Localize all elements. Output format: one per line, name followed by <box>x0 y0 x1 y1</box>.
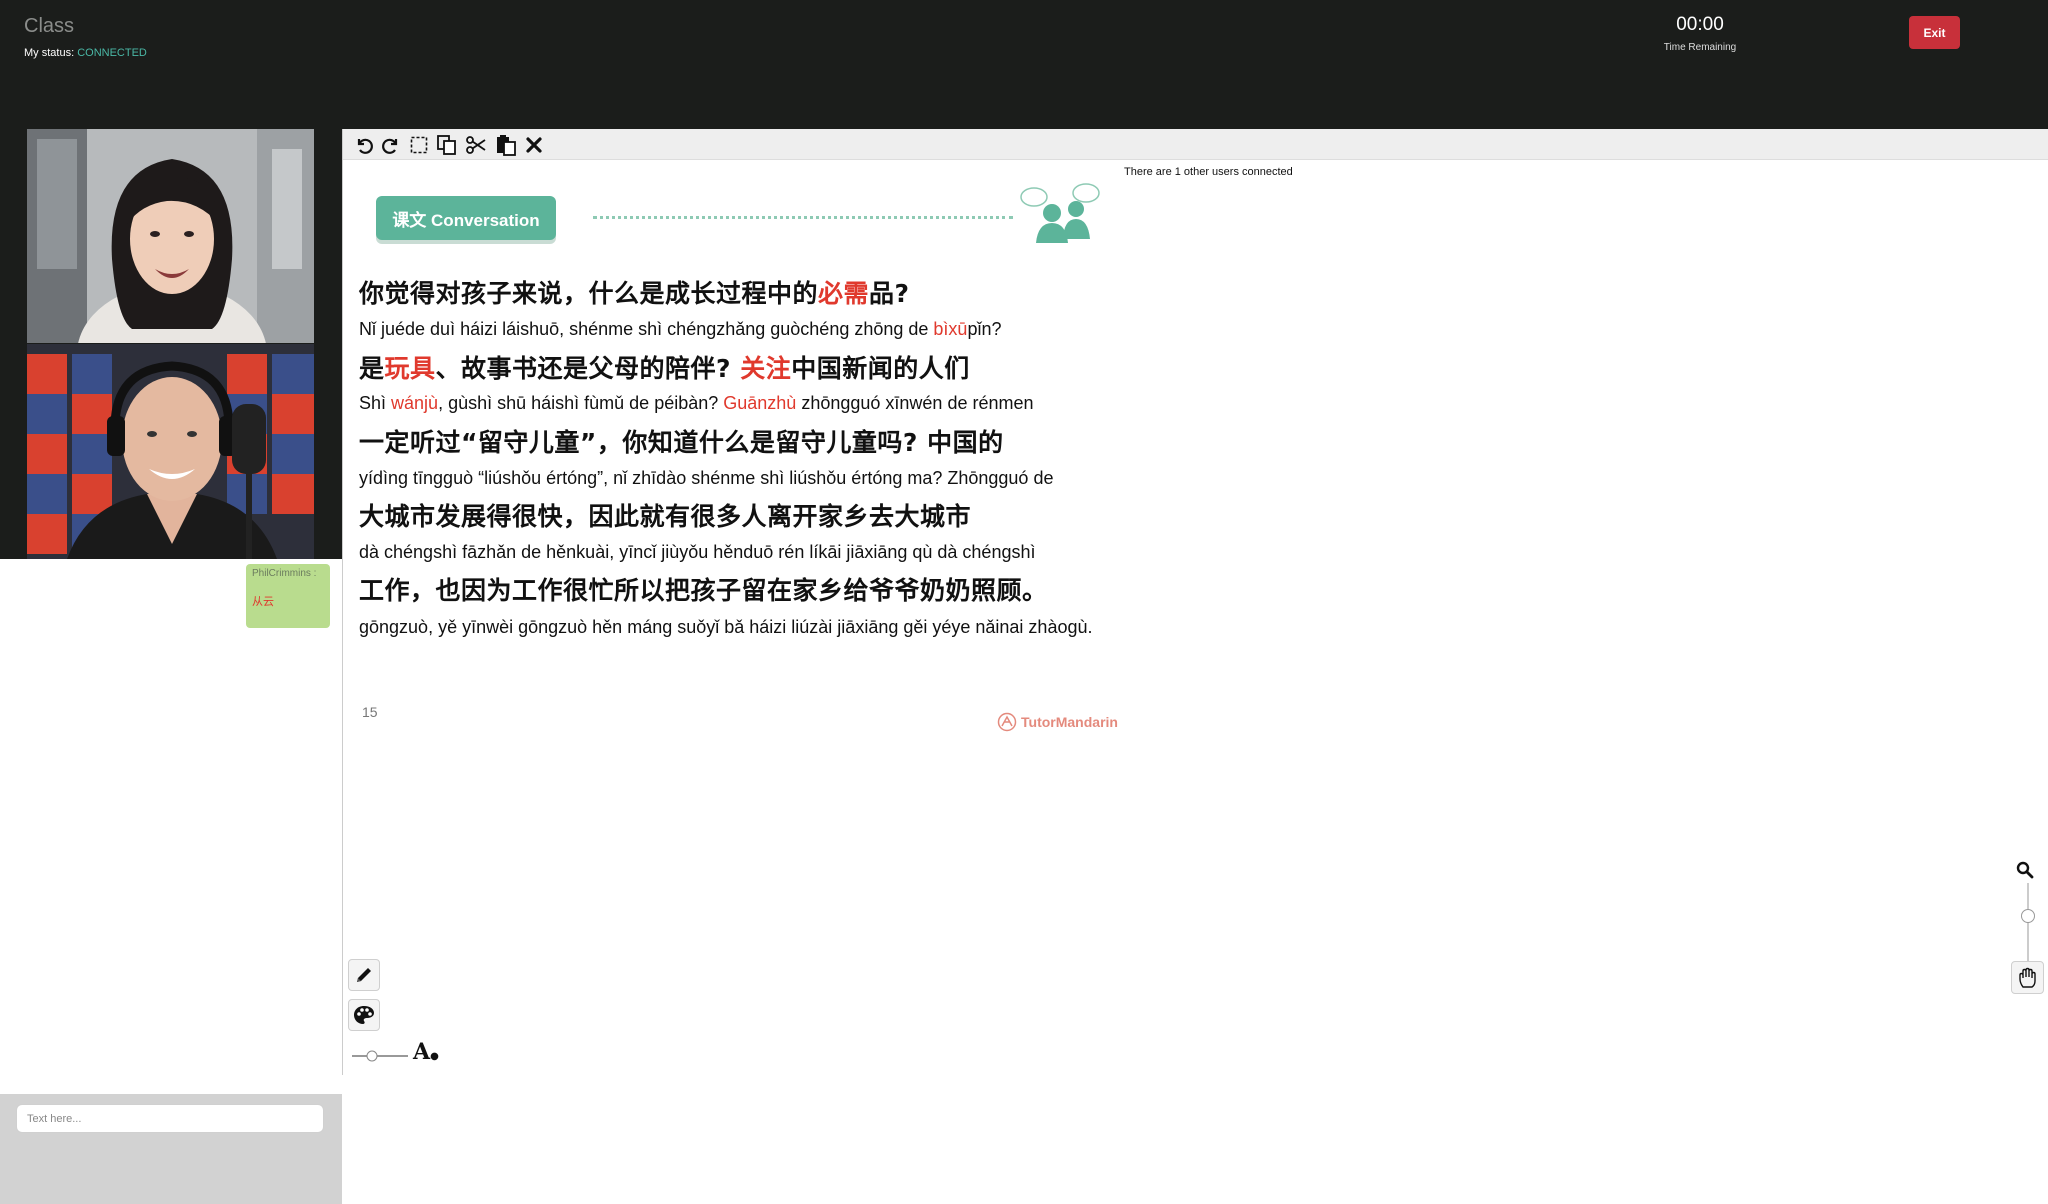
cut-icon[interactable] <box>463 132 489 158</box>
chinese-line-4: 大城市发展得很快，因此就有很多人离开家乡去大城市 <box>359 502 972 531</box>
page-title: Class <box>24 15 75 37</box>
text-segment: , gùshì shū háishì fùmǔ de péibàn? <box>438 393 724 413</box>
video-panel <box>0 129 342 559</box>
top-bar: Class My status: CONNECTED 00:00 Time Re… <box>0 0 2048 129</box>
left-panel: PhilCrimmins : 从云 <box>0 129 342 1204</box>
chat-message-user: PhilCrimmins : <box>252 568 317 579</box>
timer-value: 00:00 <box>1676 14 1724 35</box>
pencil-tool-button[interactable] <box>348 959 380 991</box>
status-label: My status: <box>24 47 75 59</box>
hand-tool-icon <box>2018 967 2036 988</box>
chinese-line-1: 你觉得对孩子来说，什么是成长过程中的必需品? <box>359 274 910 310</box>
whiteboard[interactable]: There are 1 other users connected 课文 Con… <box>343 129 2048 1075</box>
delete-icon[interactable] <box>521 132 547 158</box>
highlighted-word: wánjù <box>391 393 439 413</box>
pinyin-line-3: yídìng tīngguò “liúshǒu értóng”, nǐ zhīd… <box>359 468 1054 488</box>
pan-tool-button[interactable] <box>2011 961 2044 994</box>
text-segment: Shì <box>359 393 392 413</box>
chinese-line-3: 一定听过“留守儿童”，你知道什么是留守儿童吗? 中国的 <box>359 428 1004 457</box>
lesson-slide: 课文 Conversation 你觉得对孩子来说，什么是成长过程中的必需品? N… <box>343 175 1123 795</box>
section-divider <box>593 216 1013 219</box>
zoom-slider-handle[interactable] <box>2021 909 2035 923</box>
status-value: CONNECTED <box>77 47 147 59</box>
highlighted-word: 必需 <box>818 279 870 308</box>
chinese-line-5: 工作，也因为工作很忙所以把孩子留在家乡给爷爷奶奶照顾。 <box>359 576 1048 605</box>
chat-message-text: 从云 <box>252 596 274 608</box>
stroke-size-slider[interactable] <box>350 1050 410 1062</box>
redo-icon[interactable] <box>378 132 404 158</box>
zoom-icon[interactable] <box>2016 861 2034 879</box>
text-segment: 你觉得对孩子来说，什么是成长过程中的 <box>359 279 819 308</box>
zoom-slider-track[interactable] <box>2027 883 2029 963</box>
pencil-icon <box>357 968 371 982</box>
video-feed-student <box>27 344 314 559</box>
text-segment: 是 <box>359 354 385 383</box>
highlighted-word: 关注 <box>740 354 792 383</box>
text-segment: Nǐ juéde duì háizi láishuō, shénme shì c… <box>359 319 934 339</box>
tutormandarin-logo-icon <box>997 712 1017 732</box>
pinyin-line-5: gōngzuò, yě yīnwèi gōngzuò hěn máng suǒy… <box>359 617 1093 637</box>
chat-panel: PhilCrimmins : 从云 <box>0 559 342 1096</box>
whiteboard-toolbar <box>343 129 2048 160</box>
users-connected-text: There are 1 other users connected <box>1124 166 1293 178</box>
brand-logo: TutorMandarin <box>997 712 1118 732</box>
video-feed-tutor <box>27 129 314 343</box>
connection-status: My status: CONNECTED <box>24 47 147 59</box>
select-area-icon[interactable] <box>406 132 432 158</box>
undo-icon[interactable] <box>351 132 377 158</box>
timer-label: Time Remaining <box>1663 42 1737 53</box>
color-palette-button[interactable] <box>348 999 380 1031</box>
page-number: 15 <box>362 704 378 720</box>
chinese-line-2: 是玩具、故事书还是父母的陪伴? 关注中国新闻的人们 <box>359 349 970 385</box>
chat-input-bar <box>0 1094 342 1204</box>
text-segment: zhōngguó xīnwén de rénmen <box>796 393 1034 413</box>
text-segment: pǐn? <box>967 319 1002 339</box>
tutor-video-image <box>27 129 314 343</box>
paste-icon[interactable] <box>493 132 519 158</box>
highlighted-word: Guānzhù <box>723 393 797 413</box>
session-timer: 00:00 Time Remaining <box>1640 14 1760 53</box>
pinyin-line-2: Shì wánjù, gùshì shū háishì fùmǔ de péib… <box>359 393 1034 414</box>
section-title: 课文 Conversation <box>376 196 556 240</box>
pinyin-line-4: dà chéngshì fāzhǎn de hěnkuài, yīncǐ jiù… <box>359 542 1036 562</box>
chat-message: PhilCrimmins : 从云 <box>246 564 330 628</box>
text-segment: 中国新闻的人们 <box>791 354 970 383</box>
text-segment: 品? <box>869 279 910 308</box>
copy-icon[interactable] <box>434 132 460 158</box>
people-icon <box>1020 183 1100 243</box>
brand-name: TutorMandarin <box>1021 714 1118 730</box>
font-size-icon[interactable]: A● <box>413 1039 439 1065</box>
text-segment: 、故事书还是父母的陪伴? <box>435 354 741 383</box>
pinyin-line-1: Nǐ juéde duì háizi láishuō, shénme shì c… <box>359 319 1001 340</box>
highlighted-word: bìxū <box>933 319 968 339</box>
exit-button[interactable]: Exit <box>1909 16 1960 49</box>
highlighted-word: 玩具 <box>384 354 436 383</box>
palette-icon <box>354 1006 374 1024</box>
student-video-image <box>27 344 314 559</box>
chat-input[interactable] <box>16 1104 324 1133</box>
